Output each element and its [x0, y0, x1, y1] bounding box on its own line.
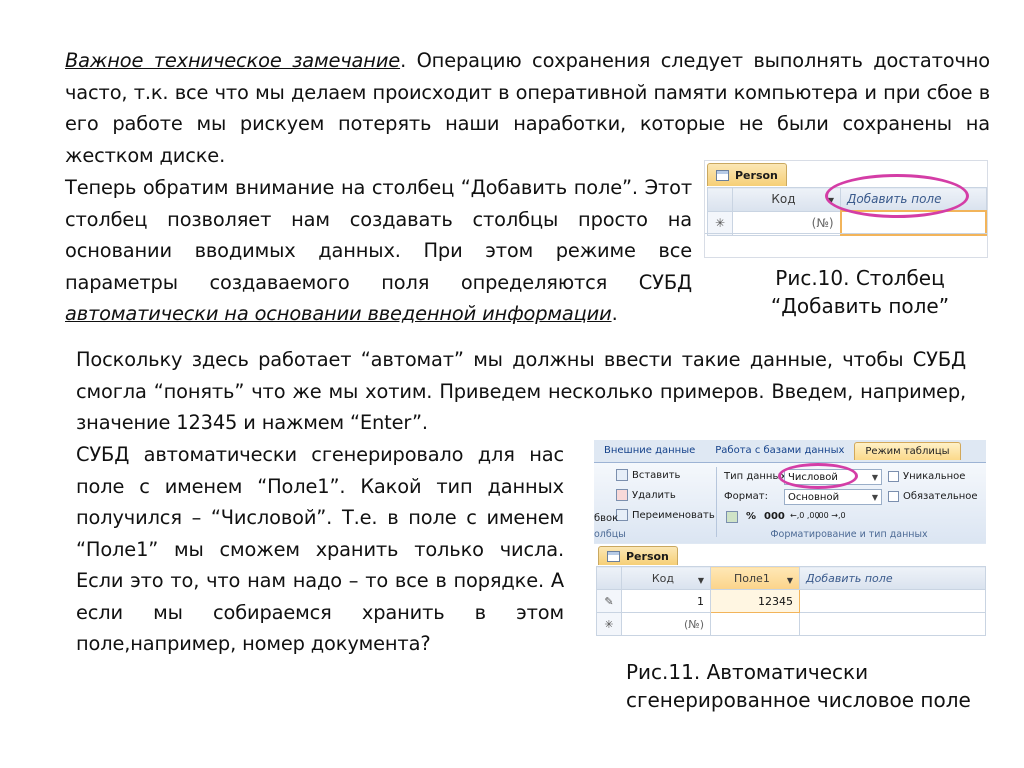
cell-new-kod[interactable]: (№): [621, 612, 711, 636]
required-checkbox[interactable]: Обязательное: [888, 491, 978, 502]
unique-checkbox[interactable]: Уникальное: [888, 471, 965, 482]
column-header-kod[interactable]: Код ▼: [732, 187, 841, 212]
add-field-text: Теперь обратим внимание на столбец “Доба…: [65, 176, 692, 294]
cell-row1-kod[interactable]: 1: [621, 589, 711, 613]
tab-database-tools[interactable]: Работа с базами данных: [705, 442, 854, 460]
highlight-ellipse: [825, 174, 969, 218]
caption-figure-11: Рис.11. Автоматически сгенерированное чи…: [626, 660, 971, 712]
currency-icon: [726, 511, 738, 523]
paragraph-auto: Поскольку здесь работает “автомат” мы до…: [76, 348, 966, 434]
chevron-down-icon[interactable]: ▼: [787, 576, 793, 585]
cell-row1-add-field[interactable]: [799, 589, 986, 613]
insert-button[interactable]: Вставить: [616, 469, 680, 481]
figure-11-screenshot: Внешние данные Работа с базами данных Ре…: [594, 440, 986, 636]
left-fragment-label: бвок: [594, 513, 619, 524]
note-label: Важное техническое замечание: [65, 49, 401, 72]
figure-10-screenshot: Person Код ▼ Добавить поле ✳ (№): [704, 160, 988, 258]
decrease-decimals-button[interactable]: ,00 →,0: [816, 511, 846, 520]
thousands-format-button[interactable]: 000: [764, 511, 785, 522]
format-label: Формат:: [724, 491, 768, 502]
column-header-kod[interactable]: Код ▼: [621, 566, 711, 590]
new-record-marker: ✳: [707, 210, 733, 236]
tab-external-data[interactable]: Внешние данные: [594, 442, 705, 460]
select-all-cell[interactable]: [707, 187, 733, 212]
paragraph-note: Важное техническое замечание. Операцию с…: [65, 45, 990, 171]
add-field-emphasis: автоматически на основании введенной инф…: [65, 302, 612, 325]
datasheet-grid: Код ▼ Поле1 ▼ Добавить поле ✎ 1 12345 ✳ …: [596, 566, 986, 636]
chevron-down-icon: ▼: [871, 472, 878, 482]
highlight-ellipse: [778, 463, 858, 489]
tab-datasheet[interactable]: Режим таблицы: [854, 442, 961, 460]
group-columns-label: олбцы: [594, 529, 626, 540]
table-tab-person[interactable]: Person: [707, 163, 787, 186]
cell-row1-pole1[interactable]: 12345: [710, 589, 800, 613]
select-all-cell[interactable]: [596, 566, 622, 590]
column-header-pole1[interactable]: Поле1 ▼: [710, 566, 800, 590]
delete-icon: [616, 489, 628, 501]
group-format-label: Форматирование и тип данных: [770, 529, 928, 540]
column-header-add-field[interactable]: Добавить поле: [799, 566, 986, 590]
table-icon: [607, 550, 620, 562]
delete-button[interactable]: Удалить: [616, 489, 676, 501]
percent-format-button[interactable]: %: [746, 511, 756, 522]
currency-format-button[interactable]: [726, 511, 738, 523]
cell-new-kod[interactable]: (№): [732, 210, 841, 236]
paragraph-generated: СУБД автоматически сгенерировало для нас…: [76, 443, 564, 655]
checkbox-icon: [888, 471, 899, 482]
cell-new-pole1[interactable]: [710, 612, 800, 636]
rename-button[interactable]: Переименовать: [616, 509, 715, 521]
insert-icon: [616, 469, 628, 481]
cell-new-add-field[interactable]: [799, 612, 986, 636]
new-record-marker: ✳: [596, 612, 622, 636]
table-tab-person[interactable]: Person: [598, 546, 678, 565]
edit-record-marker: ✎: [596, 589, 622, 613]
ribbon: Вставить Удалить Переименовать бвок олбц…: [594, 462, 986, 543]
chevron-down-icon[interactable]: ▼: [698, 576, 704, 585]
ribbon-tabs: Внешние данные Работа с базами данных Ре…: [594, 442, 961, 460]
checkbox-icon: [888, 491, 899, 502]
table-icon: [716, 169, 729, 181]
caption-figure-10: Рис.10. Столбец “Добавить поле”: [770, 266, 950, 318]
paragraph-add-field: Теперь обратим внимание на столбец “Доба…: [65, 176, 692, 325]
format-select[interactable]: Основной ▼: [784, 489, 882, 505]
chevron-down-icon: ▼: [871, 492, 878, 502]
